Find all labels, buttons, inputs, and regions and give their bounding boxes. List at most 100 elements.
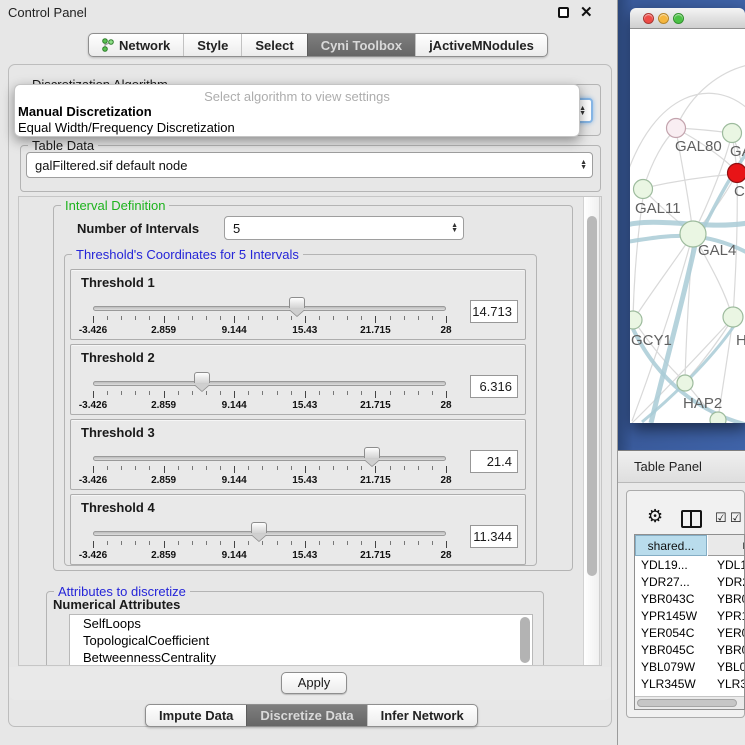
network-edge — [644, 174, 736, 188]
horizontal-scrollbar[interactable] — [635, 696, 744, 709]
slider-handle[interactable] — [194, 372, 210, 383]
slider-handle[interactable] — [289, 297, 305, 308]
slider-tick — [375, 466, 376, 473]
table-row[interactable]: YBL079WYBL0... — [635, 659, 745, 676]
tick-label: 9.144 — [222, 325, 247, 336]
slider-tick — [262, 391, 263, 395]
attribute-item-selfloops[interactable]: SelfLoops — [70, 615, 532, 632]
slider-tick — [93, 466, 94, 473]
gear-icon[interactable]: ⚙ — [647, 507, 663, 525]
tab-label: Infer Network — [381, 708, 464, 723]
tab-impute-data[interactable]: Impute Data — [146, 705, 246, 726]
tick-label: 2.859 — [151, 550, 176, 561]
slider-handle[interactable] — [251, 522, 267, 533]
slider-tick — [390, 391, 391, 395]
slider-tick — [135, 391, 136, 395]
table-row[interactable]: YDL19...YDL1... — [635, 557, 745, 574]
float-window-icon[interactable] — [558, 7, 569, 18]
threshold-value-field[interactable]: 14.713 — [470, 300, 518, 323]
threshold-value-field[interactable]: 21.4 — [470, 450, 518, 473]
dropdown-option-manual-discretization[interactable]: Manual Discretization — [15, 104, 579, 120]
vertical-scrollbar[interactable] — [583, 197, 600, 666]
cell-shared-name: YER054C — [641, 625, 694, 642]
table-row[interactable]: YBR045CYBR0... — [635, 642, 745, 659]
tab-jactivemnodules[interactable]: jActiveMNodules — [415, 34, 547, 56]
vertical-scrollbar-thumb[interactable] — [587, 216, 597, 576]
table-row[interactable]: YDR27...YDR2... — [635, 574, 745, 591]
slider-track[interactable] — [93, 381, 446, 386]
node-label-ga: GA — [730, 143, 745, 160]
list-scrollbar-thumb[interactable] — [520, 617, 530, 663]
network-node-c[interactable] — [728, 164, 745, 183]
node-attribute-table[interactable]: shared...name YDL19...YDL1...YDR27...YDR… — [634, 534, 745, 710]
network-node-ga[interactable] — [723, 124, 742, 143]
slider-handle[interactable] — [364, 447, 380, 458]
tab-discretize-data[interactable]: Discretize Data — [246, 705, 366, 726]
tab-label: Network — [119, 38, 170, 53]
threshold-value-field[interactable]: 6.316 — [470, 375, 518, 398]
table-row[interactable]: YBR043CYBR0... — [635, 591, 745, 608]
tab-network[interactable]: Network — [89, 34, 183, 56]
network-node-gal80[interactable] — [667, 119, 686, 138]
dropdown-option-equal-width-frequency-discretization[interactable]: Equal Width/Frequency Discretization — [15, 120, 579, 136]
dropdown-placeholder: Select algorithm to view settings — [15, 89, 579, 104]
zoom-traffic-light[interactable] — [673, 13, 684, 24]
tick-label: 9.144 — [222, 400, 247, 411]
tab-infer-network[interactable]: Infer Network — [367, 705, 477, 726]
cell-shared-name: YBL079W — [641, 659, 695, 676]
slider-tick — [390, 316, 391, 320]
cell-shared-name: YBR043C — [641, 591, 694, 608]
minimize-traffic-light[interactable] — [658, 13, 669, 24]
network-node-hap2[interactable] — [677, 375, 693, 391]
close-icon[interactable]: ✕ — [580, 3, 593, 21]
attribute-item-topologicalcoefficient[interactable]: TopologicalCoefficient — [70, 632, 532, 649]
bottom-tab-bar: Impute DataDiscretize Data Infer Network — [145, 704, 478, 727]
number-of-intervals-combo[interactable]: 5 ▲▼ — [224, 216, 464, 240]
threshold-panel-3: Threshold 3-3.4262.8599.14415.4321.71528… — [70, 419, 526, 490]
checkbox-icon[interactable]: ☑ — [730, 510, 742, 526]
slider-tick — [390, 466, 391, 470]
slider-tick — [432, 316, 433, 320]
node-label-h: H — [736, 332, 745, 349]
slider-tick — [107, 316, 108, 320]
threshold-value-field[interactable]: 11.344 — [470, 525, 518, 548]
tick-label: 2.859 — [151, 400, 176, 411]
threshold-title: Threshold 3 — [81, 425, 155, 440]
table-row[interactable]: YER054CYER0... — [635, 625, 745, 642]
attribute-item-betweennesscentrality[interactable]: BetweennessCentrality — [70, 649, 532, 666]
network-node-h[interactable] — [723, 307, 743, 327]
table-row[interactable]: YPR145WYPR1... — [635, 608, 745, 625]
tab-cyni-toolbox[interactable]: Cyni Toolbox — [307, 34, 415, 56]
tab-select[interactable]: Select — [241, 34, 306, 56]
close-traffic-light[interactable] — [643, 13, 654, 24]
network-node-gcy1[interactable] — [630, 311, 642, 329]
slider-track[interactable] — [93, 456, 446, 461]
table-data-combo[interactable]: galFiltered.sif default node ▲▼ — [26, 152, 593, 178]
slider-tick — [262, 541, 263, 545]
tick-label: -3.426 — [79, 325, 107, 336]
network-edge — [676, 65, 745, 128]
column-header-name[interactable]: name — [708, 535, 745, 556]
node-label-gal4: GAL4 — [698, 242, 736, 259]
node-label-gcy1: GCY1 — [631, 332, 672, 349]
tab-style[interactable]: Style — [183, 34, 241, 56]
slider-tick — [121, 316, 122, 320]
network-node-gal11[interactable] — [634, 180, 653, 199]
network-window-titlebar[interactable] — [630, 8, 745, 29]
slider-track[interactable] — [93, 531, 446, 536]
slider-tick — [220, 541, 221, 545]
column-header-shared[interactable]: shared... — [635, 535, 707, 556]
horizontal-scrollbar-thumb[interactable] — [637, 699, 737, 707]
slider-tick — [347, 541, 348, 545]
network-canvas[interactable]: GAL80GACGAL11GAL4GCY1HHAP2 — [630, 29, 745, 423]
network-node-partial[interactable] — [710, 412, 726, 423]
apply-button[interactable]: Apply — [281, 672, 347, 694]
table-row[interactable]: YLR345WYLR3... — [635, 676, 745, 693]
slider-track[interactable] — [93, 306, 446, 311]
checkbox-icon[interactable]: ☑ — [715, 510, 727, 526]
attribute-list[interactable]: SelfLoopsTopologicalCoefficientBetweenne… — [69, 614, 533, 666]
slider-tick — [432, 391, 433, 395]
threshold-title: Threshold 4 — [81, 500, 155, 515]
split-view-icon[interactable] — [681, 510, 702, 528]
slider-tick — [164, 541, 165, 548]
